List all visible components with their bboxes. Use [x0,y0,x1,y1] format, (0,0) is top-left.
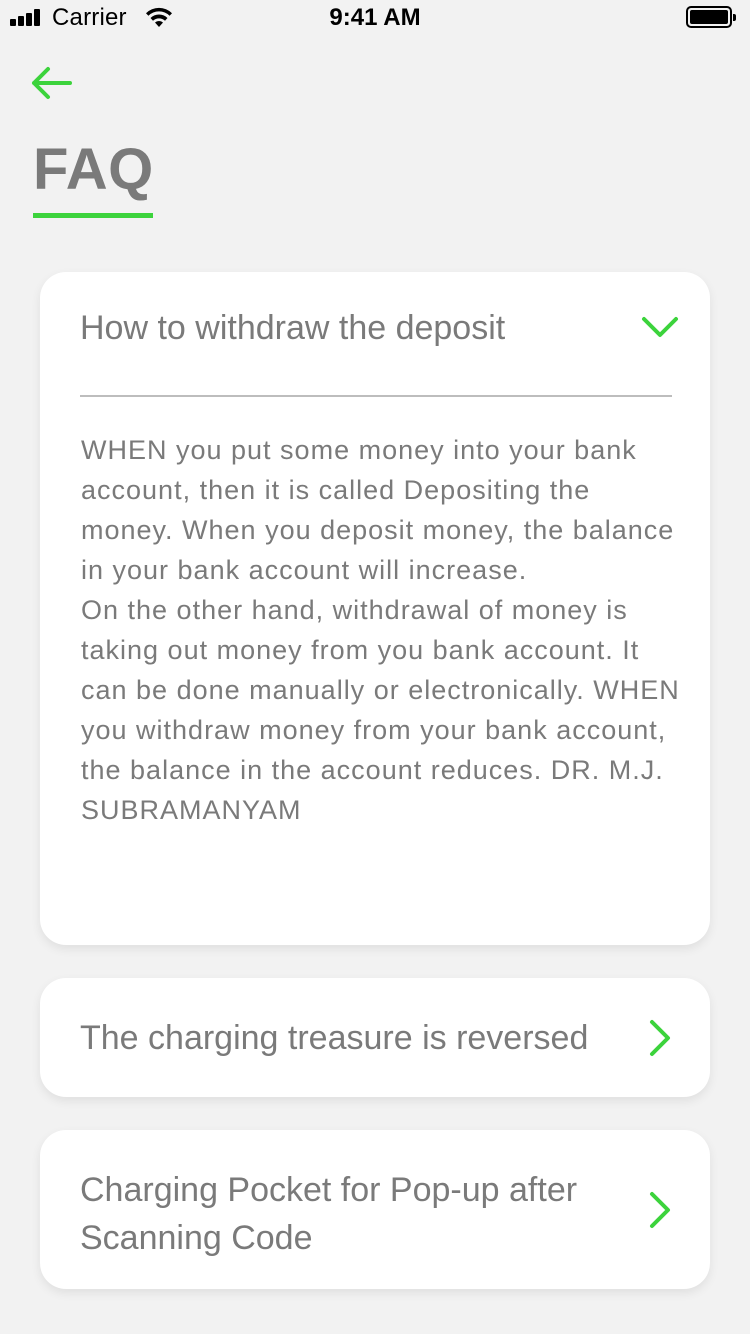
faq-screen: Carrier 9:41 AM FAQ How to withdraw the … [0,0,750,1334]
page-title: FAQ [33,137,154,202]
status-bar: Carrier 9:41 AM [0,0,750,40]
chevron-down-icon[interactable] [640,312,680,342]
title-underline [33,213,153,218]
battery-icon [686,6,736,28]
faq-item-withdraw-deposit[interactable]: How to withdraw the deposit WHEN you put… [40,272,710,945]
faq-item-charging-pocket[interactable]: Charging Pocket for Pop-up after Scannin… [40,1130,710,1289]
back-arrow-icon[interactable] [28,62,76,104]
faq-question[interactable]: How to withdraw the deposit [80,304,505,352]
faq-question[interactable]: The charging treasure is reversed [80,1014,588,1062]
status-time: 9:41 AM [329,4,421,31]
faq-answer: WHEN you put some money into your bank a… [81,435,680,825]
faq-item-charging-treasure[interactable]: The charging treasure is reversed [40,978,710,1097]
chevron-right-icon[interactable] [644,1018,674,1058]
faq-question[interactable]: Charging Pocket for Pop-up after Scannin… [80,1166,640,1262]
divider [80,395,672,397]
chevron-right-icon[interactable] [644,1190,674,1230]
